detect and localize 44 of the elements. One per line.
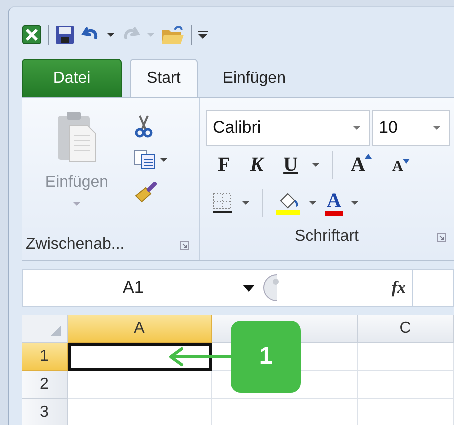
step-number-tooltip: 1	[231, 321, 301, 393]
caret-icon[interactable]	[312, 162, 320, 168]
column-header[interactable]: C	[358, 315, 454, 343]
caret-icon	[433, 126, 441, 130]
save-icon[interactable]	[55, 25, 75, 45]
borders-icon[interactable]	[212, 192, 234, 214]
format-button[interactable]: K	[244, 154, 270, 176]
font-name-dropdown[interactable]: Calibri	[206, 110, 370, 146]
font-size-button[interactable]: A	[345, 154, 378, 176]
row-header[interactable]: 3	[22, 399, 68, 425]
triangle-icon	[51, 326, 61, 336]
customize-menu-icon[interactable]	[198, 30, 208, 40]
fill-color-icon[interactable]	[275, 191, 301, 215]
scissors-icon[interactable]	[134, 114, 154, 138]
caret-icon[interactable]	[242, 200, 250, 206]
row-header[interactable]: 1	[22, 343, 68, 371]
row-header[interactable]: 2	[22, 371, 68, 399]
copy-icon[interactable]	[134, 150, 156, 170]
paintbrush-icon[interactable]	[134, 182, 158, 204]
caret-icon[interactable]	[351, 200, 360, 206]
caret-icon[interactable]	[107, 32, 115, 38]
spreadsheet-logo-icon[interactable]	[22, 25, 42, 45]
ribbon-tab[interactable]: Start	[130, 59, 198, 97]
format-button[interactable]: F	[212, 154, 236, 176]
ribbon-tab[interactable]: Datei	[22, 59, 122, 97]
font-color-button[interactable]: A	[325, 190, 344, 216]
group-label: Zwischenab...	[26, 236, 125, 254]
clipboard-icon	[56, 110, 98, 164]
ribbon-tab[interactable]: Einfügen	[206, 59, 303, 97]
folder-icon[interactable]	[161, 25, 185, 45]
format-button[interactable]: U	[278, 154, 304, 176]
group-label: Schriftart	[294, 228, 359, 246]
column-header[interactable]: A	[68, 315, 212, 343]
grid-cell[interactable]	[68, 343, 212, 371]
caret-icon[interactable]	[160, 158, 168, 162]
caret-icon[interactable]	[309, 200, 317, 206]
caret-up-icon	[365, 154, 372, 158]
caret-down-icon	[403, 158, 410, 164]
font-size-dropdown[interactable]: 10	[372, 110, 450, 146]
caret-icon	[73, 202, 81, 207]
dialog-launcher-icon[interactable]	[437, 233, 446, 242]
dialog-launcher-icon[interactable]	[180, 240, 189, 250]
caret-icon	[353, 126, 361, 130]
font-size-button[interactable]: A	[386, 154, 416, 176]
